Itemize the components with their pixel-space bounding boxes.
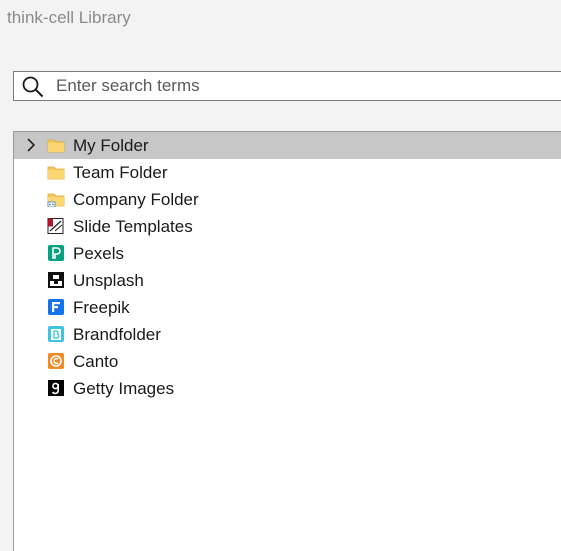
getty-images-icon bbox=[47, 380, 65, 396]
chevron-right-icon[interactable] bbox=[23, 137, 39, 153]
tree-item-team-folder[interactable]: Team Folder bbox=[14, 159, 561, 186]
search-box[interactable] bbox=[13, 71, 561, 101]
shared-folder-icon bbox=[47, 191, 65, 208]
library-tree: My Folder Team Folder Company Folder Sli… bbox=[13, 131, 561, 551]
canto-icon bbox=[47, 353, 65, 369]
tree-item-label: Pexels bbox=[73, 244, 125, 263]
tree-item-brandfolder[interactable]: Brandfolder bbox=[14, 321, 561, 348]
tree-item-label: My Folder bbox=[73, 136, 149, 155]
tree-item-my-folder[interactable]: My Folder bbox=[14, 132, 561, 159]
tree-item-label: Unsplash bbox=[73, 271, 144, 290]
tree-item-pexels[interactable]: Pexels bbox=[14, 240, 561, 267]
tree-item-label: Getty Images bbox=[73, 379, 175, 398]
freepik-icon bbox=[47, 299, 65, 315]
tree-item-label: Freepik bbox=[73, 298, 130, 317]
search-input[interactable] bbox=[56, 73, 556, 99]
tree-item-unsplash[interactable]: Unsplash bbox=[14, 267, 561, 294]
window-title: think-cell Library bbox=[7, 8, 131, 27]
tree-item-getty-images[interactable]: Getty Images bbox=[14, 375, 561, 402]
folder-icon bbox=[47, 164, 65, 180]
tree-item-label: Company Folder bbox=[73, 190, 199, 209]
search-icon[interactable] bbox=[21, 75, 45, 99]
tree-item-canto[interactable]: Canto bbox=[14, 348, 561, 375]
tree-item-label: Canto bbox=[73, 352, 119, 371]
unsplash-icon bbox=[47, 272, 65, 288]
tree-item-label: Brandfolder bbox=[73, 325, 161, 344]
pexels-icon bbox=[47, 245, 65, 261]
slide-templates-icon bbox=[47, 218, 65, 234]
tree-item-slide-templates[interactable]: Slide Templates bbox=[14, 213, 561, 240]
tree-item-freepik[interactable]: Freepik bbox=[14, 294, 561, 321]
folder-icon bbox=[47, 137, 65, 153]
tree-item-label: Team Folder bbox=[73, 163, 168, 182]
tree-item-label: Slide Templates bbox=[73, 217, 193, 236]
brandfolder-icon bbox=[47, 326, 65, 342]
tree-item-company-folder[interactable]: Company Folder bbox=[14, 186, 561, 213]
